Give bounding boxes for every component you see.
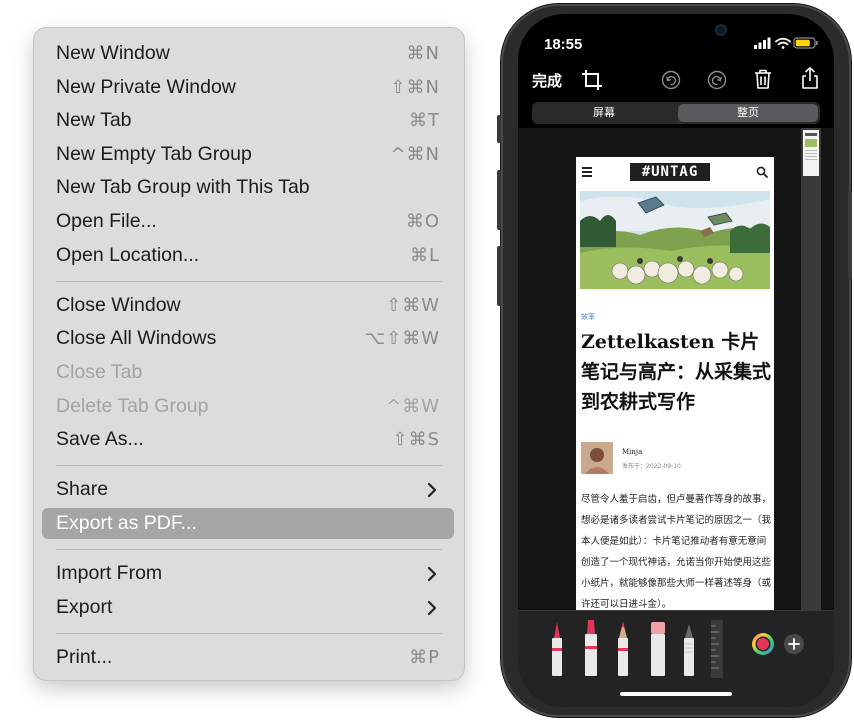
submenu-chevron-icon — [427, 600, 437, 615]
hamburger-menu-icon — [582, 167, 592, 179]
menu-separator — [56, 280, 442, 282]
menu-item-shortcut: ⇧⌘W — [386, 294, 440, 316]
menu-item-label: Save As... — [56, 428, 144, 451]
site-logo: #UNTAG — [630, 163, 710, 181]
menu-item-new-private-window[interactable]: New Private Window ⇧⌘N — [42, 72, 454, 103]
redo-icon[interactable] — [707, 70, 727, 90]
volume-down-button — [497, 246, 501, 306]
hero-illustration — [580, 191, 770, 289]
article-title: Zettelkasten 卡片笔记与高产：从采集式到农耕式写作 — [581, 331, 772, 413]
add-icon[interactable] — [784, 634, 804, 654]
menu-item-new-tab[interactable]: New Tab ⌘T — [42, 105, 454, 136]
menu-item-shortcut: ⌘O — [405, 211, 440, 232]
menu-item-new-window[interactable]: New Window ⌘N — [42, 38, 454, 69]
pen-tool-icon[interactable] — [550, 620, 564, 676]
menu-separator — [56, 549, 442, 551]
menu-item-shortcut: ⌘P — [409, 646, 440, 668]
article-body: 尽管令人羞于启齿，但卢曼著作等身的故事，想必是诸多读者尝试卡片笔记的原因之一（我… — [581, 494, 772, 610]
page-thumbnail[interactable] — [803, 130, 819, 176]
menu-item-new-empty-tab-group[interactable]: New Empty Tab Group ^⌘N — [42, 139, 454, 170]
segment-screen[interactable]: 屏幕 — [532, 102, 676, 124]
cellular-signal-icon — [754, 37, 771, 49]
home-indicator[interactable] — [620, 692, 732, 696]
lasso-tool-icon[interactable] — [682, 622, 696, 676]
menu-item-label: Open Location... — [56, 243, 200, 266]
author-avatar — [581, 442, 613, 474]
menu-item-label: Print... — [56, 645, 113, 668]
camera-icon — [715, 24, 727, 36]
menu-item-label: Export — [56, 595, 113, 618]
menu-item-label: Open File... — [56, 210, 157, 232]
highlighter-tool-icon[interactable] — [584, 616, 598, 676]
menu-separator — [56, 632, 442, 634]
menu-item-label: Close All Windows — [56, 327, 217, 350]
menu-item-import-from[interactable]: Import From — [42, 558, 454, 589]
done-button[interactable]: 完成 — [532, 70, 562, 91]
menu-item-label: New Tab Group with This Tab — [56, 176, 310, 199]
search-icon — [756, 166, 768, 178]
crop-icon[interactable] — [581, 69, 603, 91]
pencil-tool-icon[interactable] — [616, 620, 630, 676]
volume-up-button — [497, 170, 501, 230]
menu-item-save-as[interactable]: Save As... ⇧⌘S — [42, 424, 454, 455]
screenshot-preview: #UNTAG 效率 Zettelkasten 卡片笔记与高产：从采集式到农耕式写… — [518, 128, 834, 610]
author-name: Minja — [622, 448, 643, 456]
power-button — [848, 190, 852, 280]
side-button — [497, 115, 501, 143]
wifi-icon — [775, 37, 791, 49]
page-thumbnail-scroller[interactable] — [801, 128, 821, 610]
ruler-tool-icon[interactable] — [710, 618, 724, 678]
menu-item-export-as-pdf[interactable]: Export as PDF... — [42, 507, 454, 539]
menu-item-shortcut: ^⌘W — [386, 395, 440, 417]
menu-item-shortcut: ⌘L — [409, 244, 440, 266]
menu-item-close-window[interactable]: Close Window ⇧⌘W — [42, 290, 454, 321]
menu-item-shortcut: ^⌘N — [390, 143, 440, 165]
status-icons — [754, 37, 818, 49]
menu-item-shortcut: ⌘T — [409, 110, 440, 132]
menu-item-label: Share — [56, 478, 109, 501]
menu-separator — [56, 465, 442, 467]
menu-item-label: Import From — [56, 561, 163, 584]
article-category: 效率 — [581, 313, 595, 321]
menu-item-open-location[interactable]: Open Location... ⌘L — [42, 240, 454, 271]
web-page-capture: #UNTAG 效率 Zettelkasten 卡片笔记与高产：从采集式到农耕式写… — [576, 157, 774, 610]
menu-item-print[interactable]: Print... ⌘P — [42, 642, 454, 673]
segment-full-page[interactable]: 整页 — [678, 104, 818, 122]
color-picker-icon[interactable] — [751, 632, 775, 656]
safari-file-menu: New Window ⌘N New Private Window ⇧⌘N New Tab… — [34, 28, 464, 680]
menu-item-label: New Private Window — [56, 75, 236, 98]
share-icon[interactable] — [800, 66, 820, 90]
publish-date: 发布于：2022-09-10 — [622, 463, 681, 470]
battery-icon — [793, 37, 818, 49]
status-time: 18:55 — [544, 36, 583, 53]
menu-item-label: Export as PDF... — [56, 511, 197, 534]
menu-item-share[interactable]: Share — [42, 474, 454, 505]
menu-item-close-tab: Close Tab — [42, 357, 454, 388]
menu-item-label: New Tab — [56, 109, 132, 132]
menu-item-label: New Empty Tab Group — [56, 142, 252, 165]
menu-item-label: Close Tab — [56, 360, 143, 383]
undo-icon[interactable] — [661, 70, 681, 90]
menu-item-export[interactable]: Export — [42, 592, 454, 623]
phone-screen: 18:55 完成 屏幕 整页 #UNTAG 效率 Zettelkasten 卡片… — [518, 14, 834, 707]
menu-item-open-file[interactable]: Open File... ⌘O — [42, 206, 454, 237]
menu-item-shortcut: ⌥⇧⌘W — [364, 328, 440, 350]
menu-item-label: Delete Tab Group — [56, 394, 209, 417]
menu-item-label: Close Window — [56, 293, 181, 316]
menu-item-shortcut: ⇧⌘S — [392, 429, 440, 451]
submenu-chevron-icon — [427, 566, 437, 581]
menu-item-new-tab-group-with-this-tab[interactable]: New Tab Group with This Tab — [42, 172, 454, 203]
menu-item-delete-tab-group: Delete Tab Group ^⌘W — [42, 391, 454, 422]
menu-item-label: New Window — [56, 42, 170, 64]
menu-item-shortcut: ⌘N — [406, 43, 440, 64]
menu-item-shortcut: ⇧⌘N — [390, 76, 440, 98]
capture-mode-segmented-control: 屏幕 整页 — [532, 102, 820, 124]
eraser-tool-icon[interactable] — [650, 620, 666, 676]
notch — [615, 14, 745, 48]
trash-icon[interactable] — [753, 68, 773, 90]
menu-item-close-all-windows[interactable]: Close All Windows ⌥⇧⌘W — [42, 323, 454, 354]
submenu-chevron-icon — [427, 483, 437, 498]
